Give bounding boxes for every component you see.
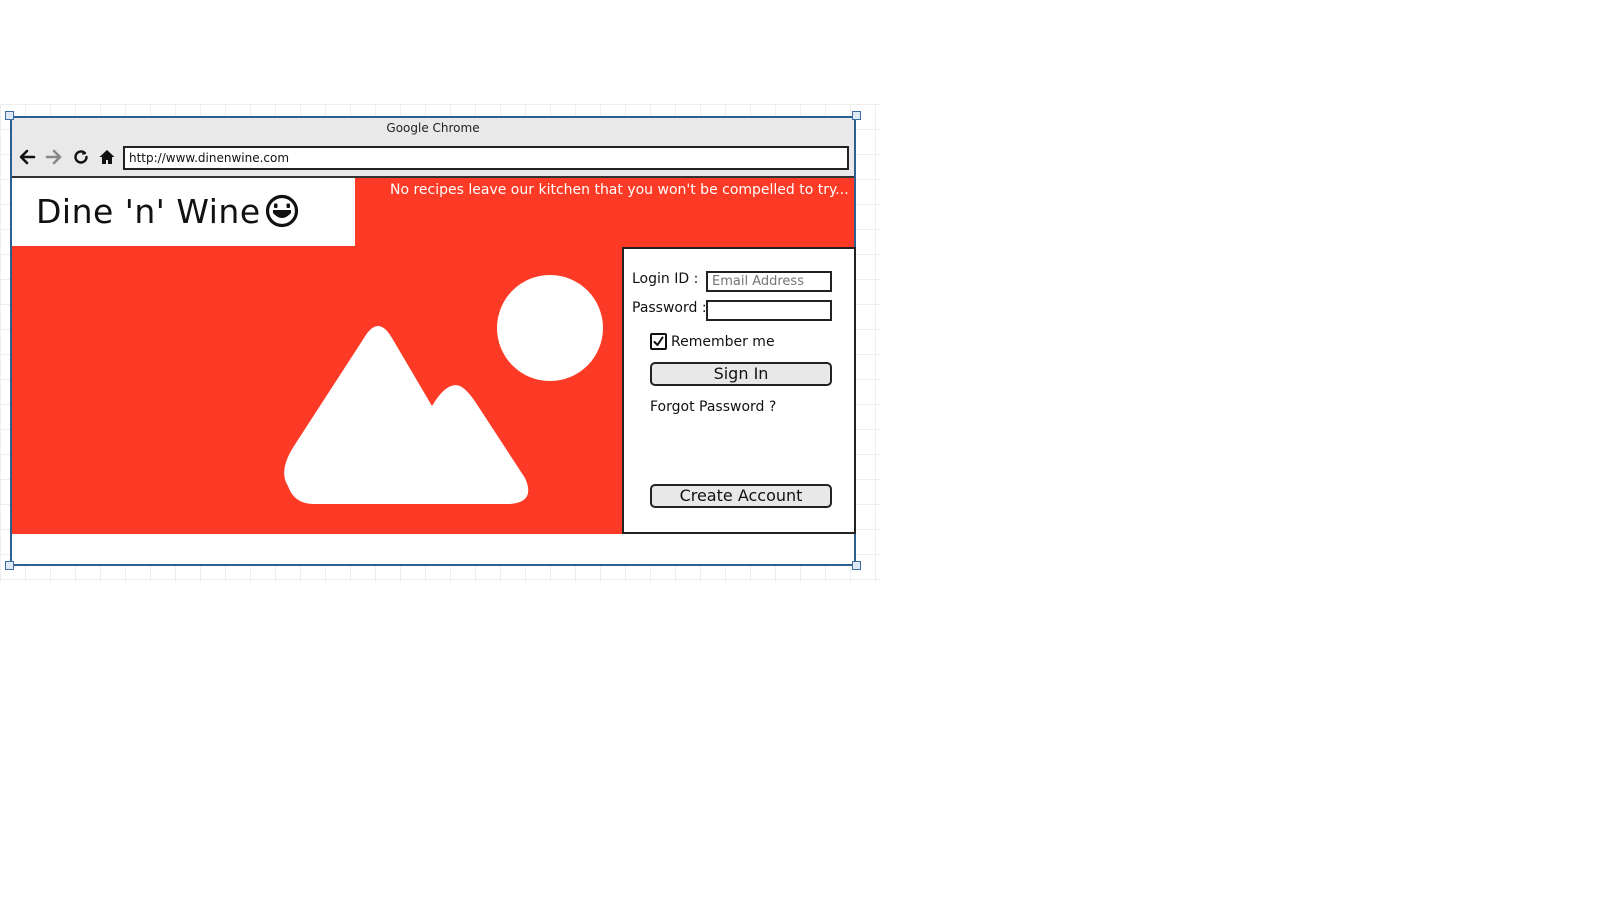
tagline: No recipes leave our kitchen that you wo…	[390, 182, 849, 198]
remember-me-checkbox[interactable]: Remember me	[650, 333, 775, 350]
logo-text: Dine 'n' Wine	[36, 192, 261, 231]
password-field[interactable]	[706, 300, 832, 321]
address-bar[interactable]: http://www.dinenwine.com	[123, 146, 849, 170]
forgot-password-link[interactable]: Forgot Password ?	[650, 399, 776, 415]
password-label: Password :	[632, 300, 707, 316]
forward-arrow-icon[interactable]	[45, 148, 63, 166]
logo-box: Dine 'n' Wine	[12, 178, 355, 246]
image-placeholder-icon	[272, 266, 612, 510]
login-id-label: Login ID :	[632, 271, 699, 287]
selection-handle[interactable]	[852, 111, 861, 120]
sign-in-button[interactable]: Sign In	[650, 362, 832, 386]
browser-window: Google Chrome http://www.dinenwine.com D…	[10, 116, 856, 566]
email-field[interactable]	[706, 271, 832, 292]
selection-handle[interactable]	[5, 111, 14, 120]
browser-titlebar: Google Chrome http://www.dinenwine.com	[12, 118, 854, 178]
home-icon[interactable]	[98, 148, 116, 166]
selection-handle[interactable]	[852, 561, 861, 570]
window-title: Google Chrome	[386, 121, 480, 135]
checkbox-checked-icon[interactable]	[650, 333, 667, 350]
page-content: Dine 'n' Wine No recipes leave our kitch…	[12, 178, 856, 534]
remember-me-label: Remember me	[671, 333, 775, 350]
login-panel: Login ID : Password : Remember me Sign I…	[622, 247, 856, 534]
smiley-face-icon	[265, 194, 299, 228]
reload-icon[interactable]	[72, 148, 90, 166]
back-arrow-icon[interactable]	[18, 148, 36, 166]
selection-handle[interactable]	[5, 561, 14, 570]
create-account-button[interactable]: Create Account	[650, 484, 832, 508]
